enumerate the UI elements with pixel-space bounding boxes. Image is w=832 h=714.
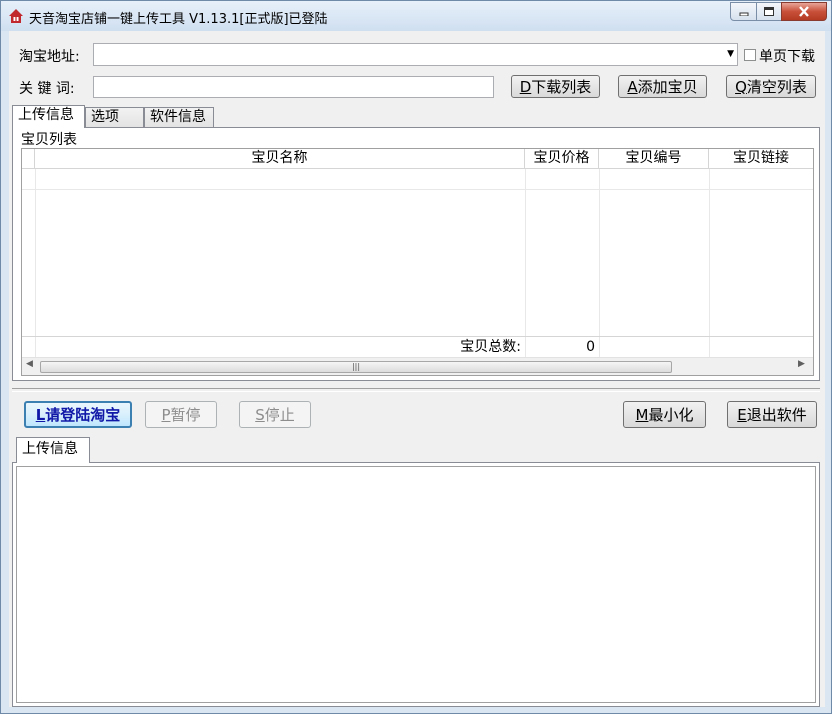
column-header-name[interactable]: 宝贝名称	[35, 149, 525, 169]
column-header-price[interactable]: 宝贝价格	[525, 149, 599, 169]
minimize-window-button[interactable]	[730, 2, 757, 21]
add-item-label: 添加宝贝	[637, 78, 698, 96]
minimize-label: 最小化	[648, 406, 694, 424]
grid-col-line	[709, 169, 710, 357]
shop-url-combobox[interactable]: ▼	[93, 43, 738, 66]
grid-horizontal-scrollbar[interactable]: ◀ ||| ▶	[22, 357, 813, 375]
item-total-value: 0	[586, 339, 595, 355]
add-item-accesskey: A	[627, 77, 638, 96]
tab-upload-info[interactable]: 上传信息	[12, 105, 85, 128]
item-list-group-label: 宝贝列表	[21, 132, 77, 148]
download-list-button[interactable]: D 下载列表	[511, 75, 600, 98]
grid-row-line	[22, 189, 813, 190]
grid-col-line	[525, 169, 526, 357]
login-taobao-button[interactable]: L 请登陆淘宝	[24, 401, 132, 428]
maximize-icon	[764, 7, 774, 16]
grid-col-line	[599, 169, 600, 357]
log-tab-label: 上传信息	[22, 441, 78, 457]
minimize-accesskey: M	[635, 405, 649, 424]
window-title: 天音淘宝店铺一键上传工具 V1.13.1[正式版]已登陆	[29, 12, 328, 27]
download-list-label: 下载列表	[531, 78, 592, 96]
single-page-label[interactable]: 单页下载	[759, 46, 815, 66]
tab-software-info-label: 软件信息	[150, 109, 206, 125]
tab-upload-info-label: 上传信息	[18, 107, 74, 123]
login-label: 请登陆淘宝	[45, 406, 121, 424]
pause-button[interactable]: P 暂停	[145, 401, 217, 428]
column-header-id[interactable]: 宝贝编号	[599, 149, 709, 169]
tab-software-info[interactable]: 软件信息	[144, 107, 214, 127]
upload-log-textarea[interactable]	[16, 466, 816, 703]
minimize-icon	[739, 12, 748, 16]
minimize-app-button[interactable]: M 最小化	[623, 401, 706, 428]
stop-button[interactable]: S 停止	[239, 401, 311, 428]
single-page-checkbox[interactable]	[744, 49, 756, 61]
pause-accesskey: P	[161, 405, 171, 424]
app-window: 天音淘宝店铺一键上传工具 V1.13.1[正式版]已登陆 淘宝地址: ▼ 单页下…	[0, 0, 832, 714]
row-header-corner	[22, 149, 35, 169]
exit-accesskey: E	[737, 405, 747, 424]
keyword-input[interactable]	[93, 76, 494, 98]
tab-options[interactable]: 选项	[85, 107, 144, 127]
maximize-window-button[interactable]	[756, 2, 782, 21]
clear-list-label: 清空列表	[746, 78, 807, 96]
login-accesskey: L	[35, 405, 46, 424]
scrollbar-thumb[interactable]: |||	[40, 361, 672, 373]
exit-label: 退出软件	[746, 406, 807, 424]
scroll-right-arrow-icon[interactable]: ▶	[798, 359, 805, 369]
upload-log-panel	[12, 462, 820, 707]
dropdown-arrow-icon[interactable]: ▼	[727, 49, 734, 59]
keyword-label: 关 键 词:	[19, 81, 75, 97]
pause-label: 暂停	[170, 406, 201, 424]
upload-info-panel: 宝贝列表 宝贝名称 宝贝价格 宝贝编号 宝贝链接 宝贝总数: 0 ◀ ||| ▶	[12, 128, 820, 381]
section-separator	[12, 388, 820, 392]
close-icon	[799, 6, 809, 17]
shop-url-label: 淘宝地址:	[19, 49, 80, 65]
item-total-label: 宝贝总数:	[460, 339, 521, 355]
client-area: 淘宝地址: ▼ 单页下载 关 键 词: D 下载列表 A 添加宝贝 Q 清空列表 上传…	[9, 31, 825, 707]
scroll-left-arrow-icon[interactable]: ◀	[26, 359, 33, 369]
title-bar[interactable]: 天音淘宝店铺一键上传工具 V1.13.1[正式版]已登陆	[1, 1, 831, 31]
stop-accesskey: S	[255, 405, 265, 424]
tab-log-upload-info[interactable]: 上传信息	[16, 437, 90, 463]
download-list-accesskey: D	[519, 77, 532, 96]
close-window-button[interactable]	[781, 2, 827, 21]
column-header-link[interactable]: 宝贝链接	[709, 149, 813, 169]
tab-options-label: 选项	[91, 109, 119, 125]
house-app-icon	[9, 9, 23, 23]
clear-list-button[interactable]: Q 清空列表	[726, 75, 816, 98]
clear-list-accesskey: Q	[735, 77, 747, 96]
add-item-button[interactable]: A 添加宝贝	[618, 75, 707, 98]
item-list-grid[interactable]: 宝贝名称 宝贝价格 宝贝编号 宝贝链接 宝贝总数: 0 ◀ ||| ▶	[21, 148, 814, 376]
exit-app-button[interactable]: E 退出软件	[727, 401, 817, 428]
grid-col-line	[35, 169, 36, 357]
stop-label: 停止	[264, 406, 295, 424]
